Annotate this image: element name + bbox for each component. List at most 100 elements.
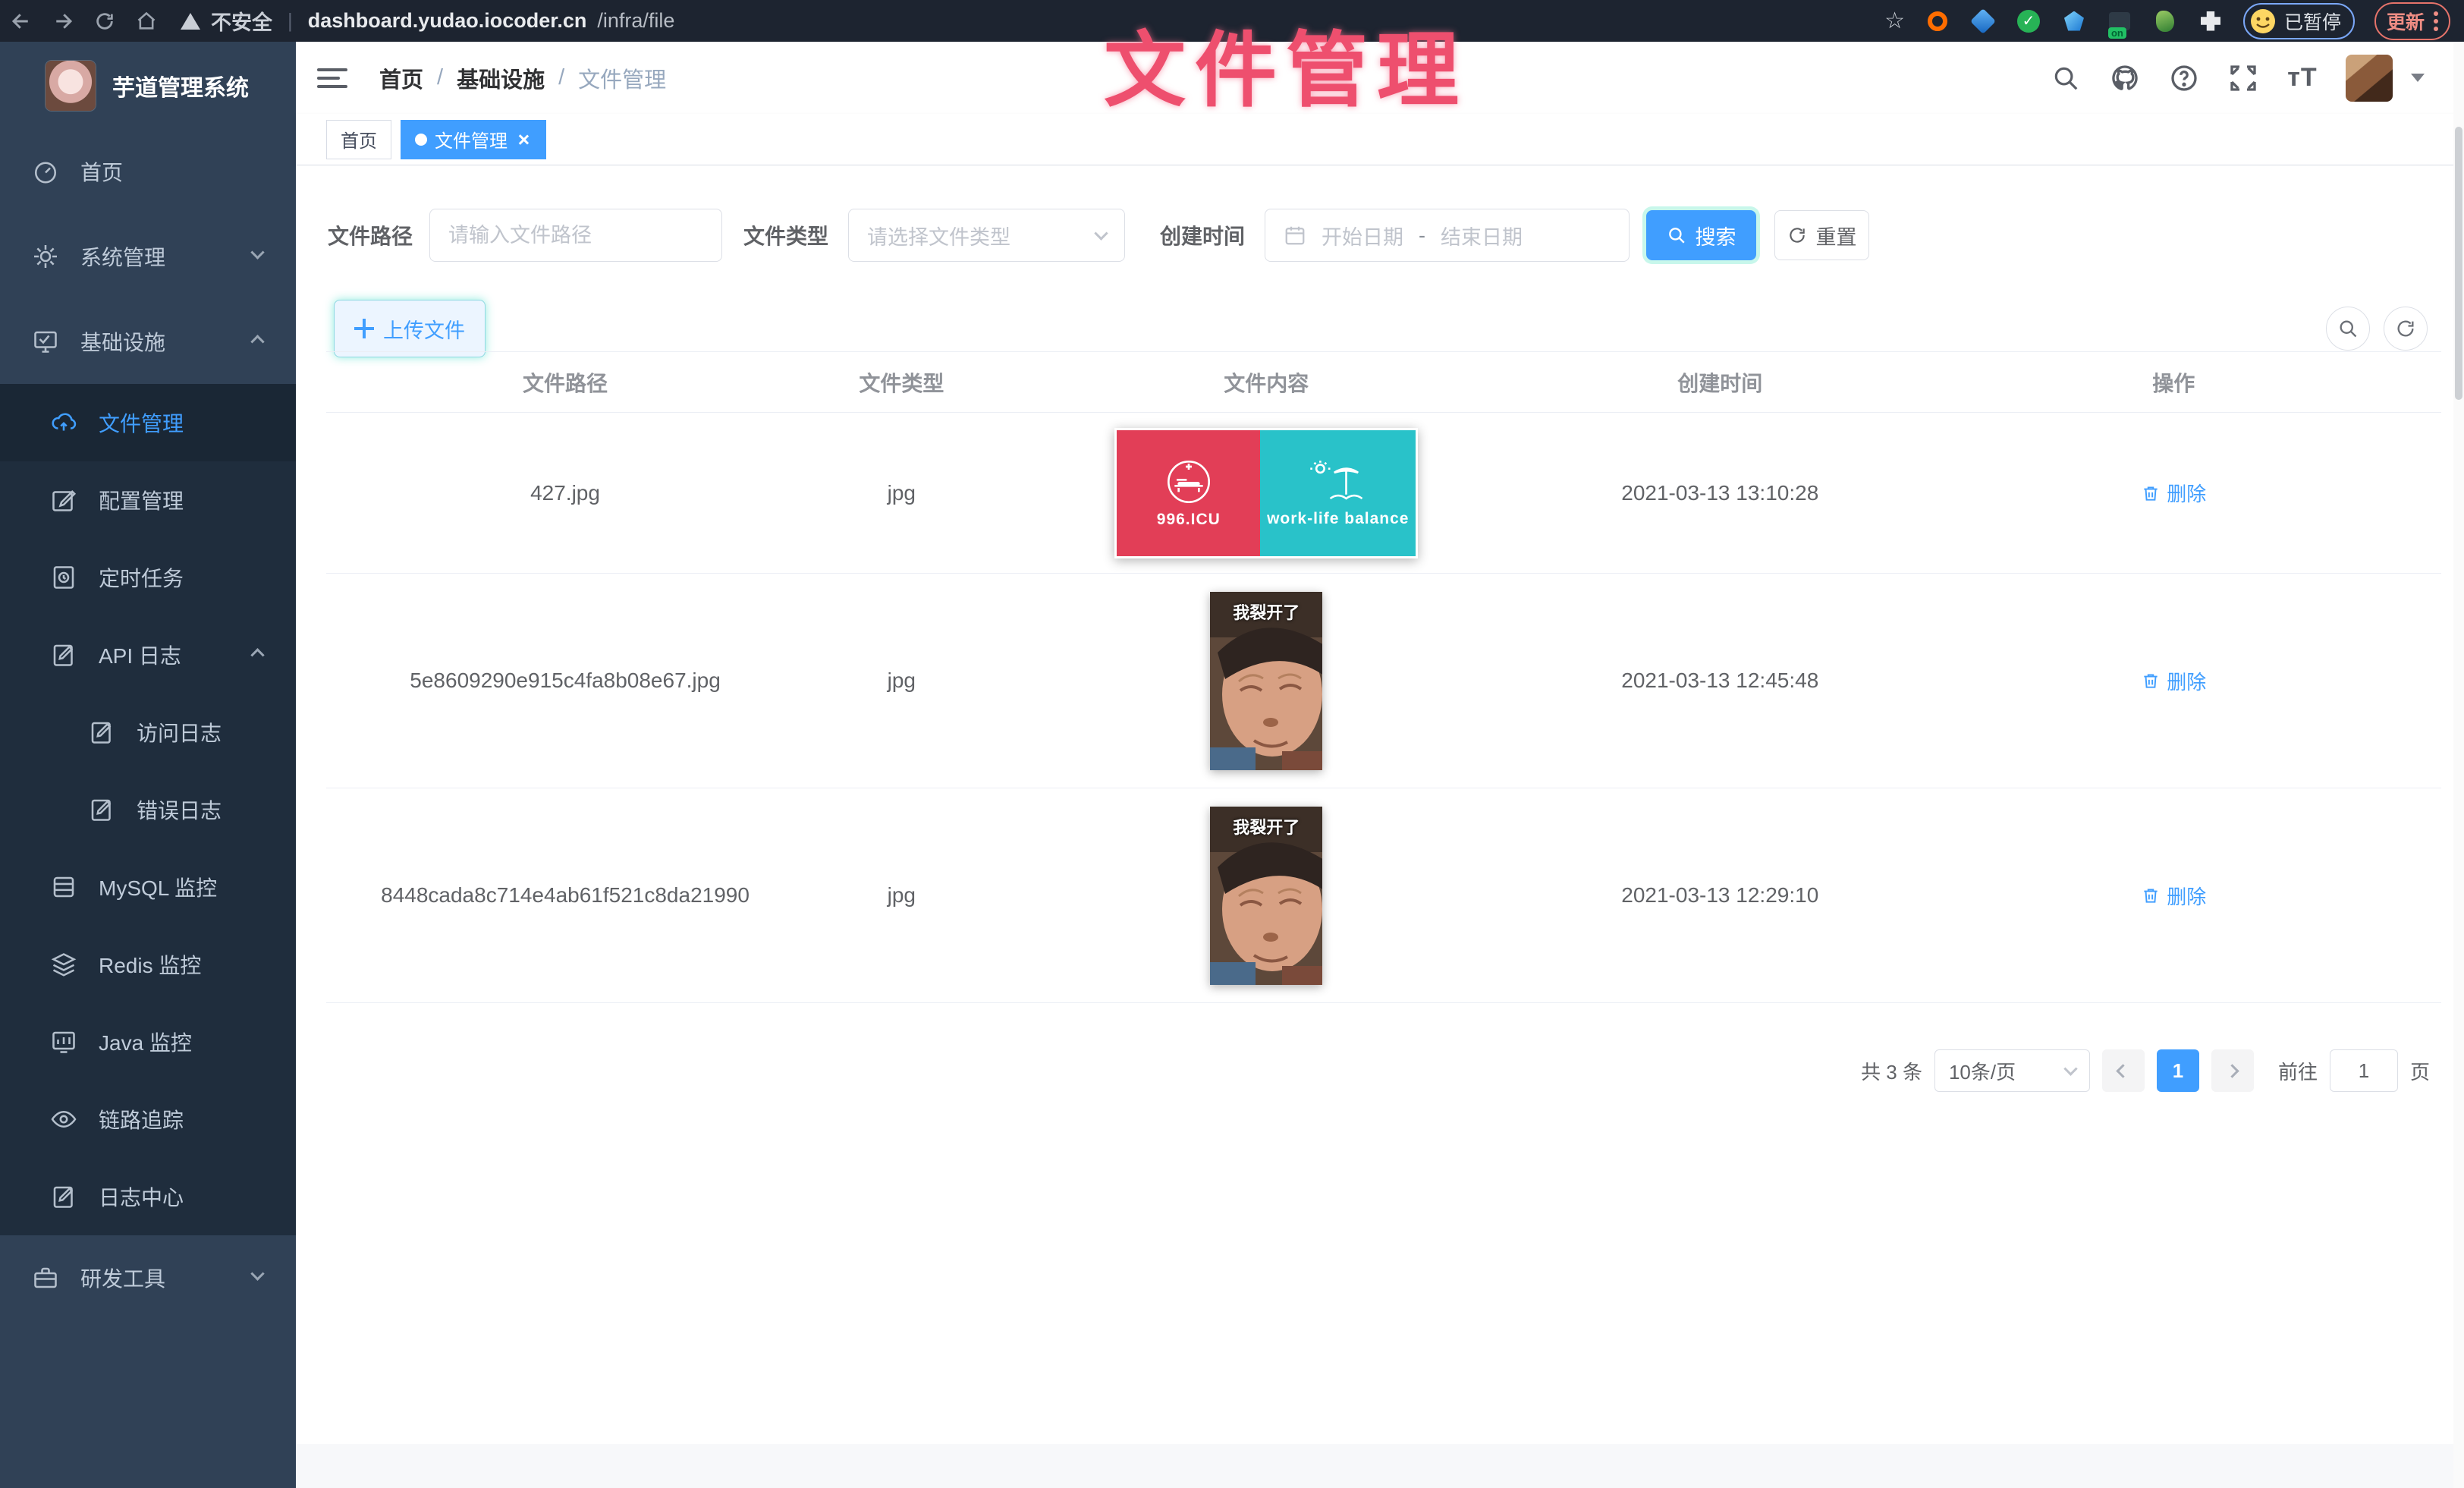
cloud-upload-icon	[50, 409, 77, 436]
active-dot-icon	[415, 134, 427, 146]
file-preview-996-banner[interactable]: 996.ICU work-life balance	[1114, 428, 1418, 558]
github-icon[interactable]	[2109, 62, 2141, 94]
hamburger-icon[interactable]	[317, 68, 347, 88]
user-avatar[interactable]	[2346, 55, 2393, 102]
sidebar-item-dev-tools[interactable]: 研发工具	[0, 1235, 296, 1320]
close-icon[interactable]	[515, 131, 532, 148]
address-bar[interactable]: 不安全 | dashboard.yudao.iocoder.cn/infra/f…	[181, 6, 1884, 36]
page-size-value: 10条/页	[1949, 1057, 2016, 1085]
extension-green-check-icon[interactable]: ✓	[2016, 8, 2041, 34]
url-path[interactable]: /infra/file	[597, 9, 674, 33]
cell-create-time: 2021-03-13 12:45:48	[1534, 668, 1906, 693]
scrollbar[interactable]	[2453, 42, 2464, 1488]
delete-button[interactable]: 删除	[2141, 667, 2206, 695]
back-icon[interactable]	[0, 10, 42, 33]
chevron-down-icon	[1094, 226, 1108, 240]
reload-icon[interactable]	[83, 11, 125, 32]
top-navbar: 首页 / 基础设施 / 文件管理	[296, 42, 2464, 114]
pagination-total: 共 3 条	[1861, 1057, 1922, 1085]
file-preview-baby-meme[interactable]: 我裂开了	[1210, 592, 1322, 770]
search-icon[interactable]	[2050, 62, 2082, 94]
extensions-puzzle-icon[interactable]	[2198, 8, 2224, 34]
extension-on-badge: on	[2108, 27, 2126, 39]
sidebar-item-system[interactable]: 系统管理	[0, 214, 296, 299]
breadcrumb-home[interactable]: 首页	[379, 62, 423, 94]
table-tools	[2326, 307, 2428, 351]
sidebar-item-java-monitor[interactable]: Java 监控	[0, 1003, 296, 1081]
page-size-select[interactable]: 10条/页	[1934, 1049, 2090, 1092]
breadcrumb-current: 文件管理	[578, 62, 666, 94]
next-page-button[interactable]	[2211, 1049, 2254, 1092]
database-icon	[50, 873, 77, 901]
search-button[interactable]: 搜索	[1646, 210, 1756, 260]
column-header-type: 文件类型	[804, 367, 998, 398]
profile-emoji-icon	[2249, 8, 2277, 35]
extension-green-leaf-icon[interactable]	[2152, 8, 2178, 34]
banner-left-text: 996.ICU	[1157, 511, 1221, 529]
sidebar-item-redis-monitor[interactable]: Redis 监控	[0, 926, 296, 1003]
banner-right-panel: work-life balance	[1260, 430, 1416, 556]
sidebar-item-access-log[interactable]: 访问日志	[0, 694, 296, 771]
sidebar-item-config-management[interactable]: 配置管理	[0, 461, 296, 539]
extension-blue-pin-icon[interactable]	[1970, 8, 1996, 34]
sidebar-submenu-infrastructure: 文件管理 配置管理 定时任务 API 日志	[0, 384, 296, 1235]
fullscreen-icon[interactable]	[2227, 62, 2259, 94]
toolbox-icon	[32, 1264, 59, 1291]
tab-home[interactable]: 首页	[326, 120, 391, 159]
url-domain[interactable]: dashboard.yudao.iocoder.cn	[308, 9, 587, 33]
sidebar-logo-row[interactable]: 芋道管理系统	[0, 42, 296, 129]
upload-file-button[interactable]: 上传文件	[334, 300, 486, 357]
browser-update-button[interactable]: 更新	[2374, 2, 2450, 40]
help-icon[interactable]	[2168, 62, 2200, 94]
avatar-caret-icon[interactable]	[2411, 74, 2425, 82]
delete-button[interactable]: 删除	[2141, 882, 2206, 910]
browser-profile-chip[interactable]: 已暂停	[2243, 3, 2355, 39]
bookmark-star-icon[interactable]: ☆	[1884, 10, 1905, 33]
extension-blue-gem-icon[interactable]	[2061, 8, 2087, 34]
font-size-icon[interactable]: тT	[2286, 62, 2318, 94]
reset-button[interactable]: 重置	[1774, 210, 1869, 260]
file-path-input[interactable]	[448, 224, 703, 247]
delete-button[interactable]: 删除	[2141, 479, 2206, 507]
file-preview-baby-meme[interactable]: 我裂开了	[1210, 807, 1322, 985]
forward-icon[interactable]	[42, 10, 83, 33]
sidebar-item-api-log[interactable]: API 日志	[0, 616, 296, 694]
security-label[interactable]: 不安全	[211, 6, 272, 36]
goto-page-input[interactable]	[2330, 1049, 2398, 1092]
sidebar-item-mysql-monitor[interactable]: MySQL 监控	[0, 848, 296, 926]
sidebar-item-trace[interactable]: 链路追踪	[0, 1081, 296, 1158]
page-number-1[interactable]: 1	[2157, 1049, 2199, 1092]
range-separator: -	[1419, 224, 1425, 247]
hospital-bed-icon	[1164, 458, 1213, 506]
file-type-label: 文件类型	[743, 220, 828, 250]
browser-toolbar: 不安全 | dashboard.yudao.iocoder.cn/infra/f…	[0, 0, 2464, 42]
trash-icon	[2141, 886, 2161, 905]
goto-input-wrap	[2330, 1049, 2398, 1092]
browser-menu-kebab-icon[interactable]	[2434, 11, 2438, 31]
sidebar-menu: 首页 系统管理 基础设施 文件管理	[0, 129, 296, 1320]
sidebar-item-scheduled-tasks[interactable]: 定时任务	[0, 539, 296, 616]
breadcrumb-infra[interactable]: 基础设施	[457, 62, 545, 94]
page-content: 文件路径 文件类型 请选择文件类型 创建时间 开始日期 - 结束日期	[296, 165, 2464, 1488]
task-clock-icon	[50, 564, 77, 591]
sidebar-item-log-center[interactable]: 日志中心	[0, 1158, 296, 1235]
sidebar: 芋道管理系统 首页 系统管理 基础设施	[0, 42, 296, 1488]
sidebar-item-infrastructure[interactable]: 基础设施	[0, 299, 296, 384]
toggle-search-button[interactable]	[2326, 307, 2370, 351]
scrollbar-thumb[interactable]	[2455, 127, 2462, 400]
tab-file-management[interactable]: 文件管理	[401, 120, 546, 159]
extension-dark-on-icon[interactable]: on	[2107, 8, 2132, 34]
date-range-picker[interactable]: 开始日期 - 结束日期	[1265, 209, 1630, 262]
cell-file-content: 我裂开了	[999, 592, 1534, 770]
file-type-select[interactable]: 请选择文件类型	[848, 209, 1125, 262]
sidebar-item-error-log[interactable]: 错误日志	[0, 771, 296, 848]
refresh-table-button[interactable]	[2384, 307, 2428, 351]
extension-orange-ring-icon[interactable]	[1925, 8, 1950, 34]
sidebar-item-file-management[interactable]: 文件管理	[0, 384, 296, 461]
upload-button-label: 上传文件	[383, 314, 465, 344]
prev-page-button[interactable]	[2102, 1049, 2145, 1092]
table-row: 8448cada8c714e4ab61f521c8da21990 jpg 我裂开…	[326, 788, 2441, 1003]
sidebar-item-home[interactable]: 首页	[0, 129, 296, 214]
security-warning-icon[interactable]	[181, 13, 200, 30]
home-icon[interactable]	[125, 11, 167, 32]
